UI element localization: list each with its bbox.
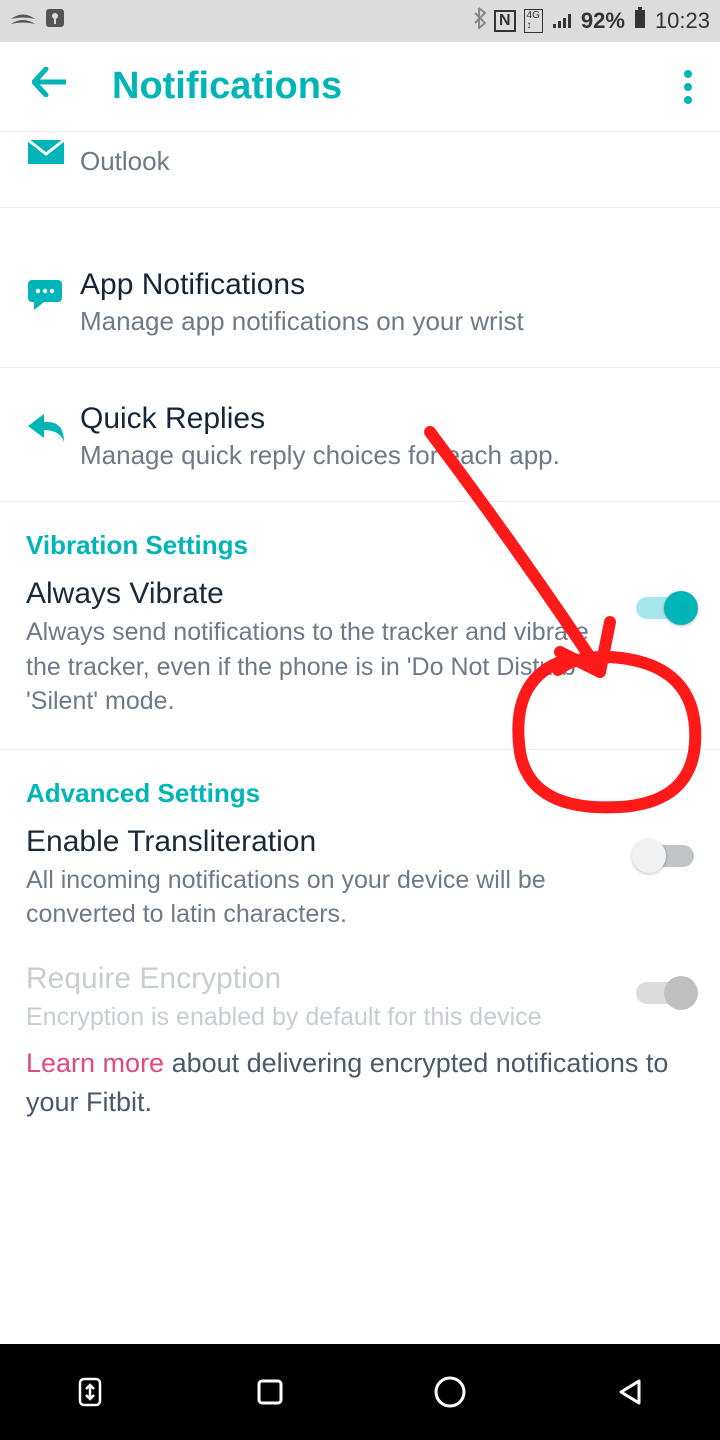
setting-encryption: Require Encryption Encryption is enabled… — [0, 950, 720, 1041]
battery-percent: 92% — [581, 8, 625, 34]
mail-icon — [26, 126, 80, 177]
page-title: Notifications — [112, 65, 342, 108]
app-notifications-title: App Notifications — [80, 268, 698, 302]
nav-expand-button[interactable] — [68, 1370, 112, 1414]
app-notifications-subtitle: Manage app notifications on your wrist — [80, 304, 698, 339]
overflow-menu-button[interactable] — [678, 62, 698, 112]
section-vibration-settings: Vibration Settings — [0, 502, 720, 565]
system-nav-bar — [0, 1344, 720, 1440]
bluetooth-icon — [472, 7, 486, 35]
reply-icon — [26, 402, 80, 453]
setting-transliteration: Enable Transliteration All incoming noti… — [0, 813, 720, 950]
encryption-desc: Encryption is enabled by default for thi… — [26, 1000, 618, 1035]
nav-home-button[interactable] — [428, 1370, 472, 1414]
status-bar: N 4G↕ 92% 10:23 — [0, 0, 720, 42]
setting-always-vibrate: Always Vibrate Always send notifications… — [0, 565, 720, 750]
quick-replies-title: Quick Replies — [80, 402, 698, 436]
network-4g-icon: 4G↕ — [524, 9, 543, 33]
nav-recents-button[interactable] — [248, 1370, 292, 1414]
nav-back-button[interactable] — [608, 1370, 652, 1414]
transliteration-toggle[interactable] — [636, 845, 694, 867]
quick-replies-subtitle: Manage quick reply choices for each app. — [80, 438, 698, 473]
always-vibrate-desc: Always send notifications to the tracker… — [26, 615, 618, 719]
content-area: ▬▬▬▬ Outlook App Notifications Manage ap… — [0, 132, 720, 1163]
transliteration-title: Enable Transliteration — [26, 825, 618, 859]
emails-title: ▬▬▬▬ — [80, 132, 698, 142]
list-item-app-notifications[interactable]: App Notifications Manage app notificatio… — [0, 208, 720, 367]
always-vibrate-toggle[interactable] — [636, 597, 694, 619]
learn-more-link[interactable]: Learn more — [26, 1048, 164, 1078]
encryption-toggle — [636, 982, 694, 1004]
back-button[interactable] — [22, 61, 76, 112]
list-item-emails[interactable]: ▬▬▬▬ Outlook — [0, 132, 720, 208]
carrier-icon — [10, 8, 36, 34]
encryption-title: Require Encryption — [26, 962, 618, 996]
transliteration-desc: All incoming notifications on your devic… — [26, 863, 618, 932]
list-item-quick-replies[interactable]: Quick Replies Manage quick reply choices… — [0, 368, 720, 502]
battery-icon — [633, 7, 647, 35]
app-bar: Notifications — [0, 42, 720, 132]
learn-more-text: Learn more about delivering encrypted no… — [0, 1040, 720, 1162]
section-advanced-settings: Advanced Settings — [0, 750, 720, 813]
signal-icon — [551, 8, 573, 34]
nfc-icon: N — [494, 10, 516, 32]
chat-icon — [26, 268, 80, 319]
always-vibrate-title: Always Vibrate — [26, 577, 618, 611]
maps-icon — [44, 7, 66, 35]
clock: 10:23 — [655, 8, 710, 34]
emails-subtitle: Outlook — [80, 144, 698, 179]
